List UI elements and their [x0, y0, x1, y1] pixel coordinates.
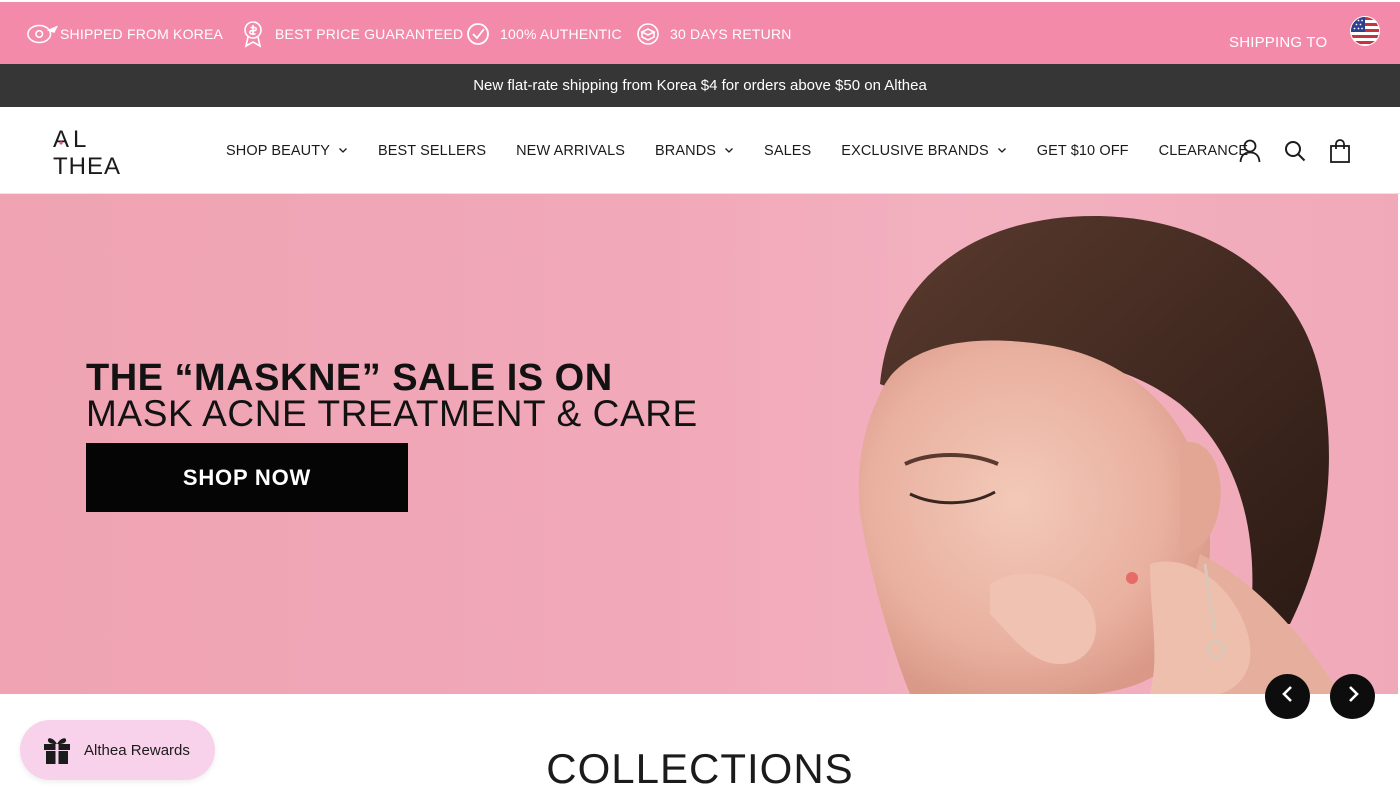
- nav-label: NEW ARRIVALS: [516, 142, 626, 159]
- usp-bar: SHIPPED FROM KOREA BEST PRICE GUARANTEED…: [0, 0, 1400, 64]
- price-medal-icon: [241, 19, 275, 49]
- usp-label: SHIPPED FROM KOREA: [60, 26, 224, 42]
- cart-bag-icon[interactable]: [1326, 137, 1354, 165]
- usp-authentic: 100% AUTHENTIC: [466, 2, 622, 66]
- nav-label: EXCLUSIVE BRANDS: [841, 142, 989, 159]
- nav-sales[interactable]: SALES: [764, 143, 811, 159]
- site-header: AL THEA SHOP BEAUTY BEST SELLERS NEW ARR…: [0, 107, 1400, 194]
- usp-label: BEST PRICE GUARANTEED: [275, 26, 464, 42]
- nav-label: BRANDS: [655, 142, 717, 159]
- nav-label: GET $10 OFF: [1036, 142, 1129, 159]
- usp-return: 30 DAYS RETURN: [636, 2, 792, 66]
- chevron-down-icon: [997, 146, 1007, 156]
- announcement-text: New flat-rate shipping from Korea $4 for…: [473, 77, 927, 94]
- logo-text-top: AL: [53, 126, 90, 153]
- chevron-right-icon: [1346, 685, 1360, 708]
- main-navigation: SHOP BEAUTY BEST SELLERS NEW ARRIVALS BR…: [226, 107, 1248, 194]
- gift-icon: [42, 735, 72, 765]
- search-icon[interactable]: [1281, 137, 1309, 165]
- hero-subtitle: MASK ACNE TREATMENT & CARE: [86, 393, 698, 434]
- althea-logo[interactable]: AL THEA: [50, 125, 142, 180]
- slider-prev-button[interactable]: [1265, 674, 1310, 719]
- usp-best-price: BEST PRICE GUARANTEED: [241, 2, 463, 66]
- checkmark-icon: [466, 19, 500, 49]
- announcement-bar: New flat-rate shipping from Korea $4 for…: [0, 64, 1400, 107]
- hero-model-image: [858, 215, 1340, 694]
- chevron-down-icon: [338, 146, 348, 156]
- chevron-down-icon: [724, 146, 734, 156]
- airplane-icon: [26, 19, 60, 49]
- nav-shop-beauty[interactable]: SHOP BEAUTY: [226, 143, 348, 159]
- usp-label: 30 DAYS RETURN: [670, 26, 792, 42]
- logo-text-bottom: THEA: [53, 153, 121, 179]
- nav-label: SALES: [764, 142, 812, 159]
- hero-banner[interactable]: THE “MASKNE” SALE IS ON MASK ACNE TREATM…: [0, 194, 1400, 694]
- nav-exclusive-brands[interactable]: EXCLUSIVE BRANDS: [841, 143, 1006, 159]
- us-flag-icon[interactable]: [1350, 16, 1380, 46]
- account-icon[interactable]: [1236, 137, 1264, 165]
- nav-label: BEST SELLERS: [377, 142, 487, 159]
- nav-clearance[interactable]: CLEARANCE: [1159, 143, 1249, 159]
- nav-get-10-off[interactable]: GET $10 OFF: [1037, 143, 1129, 159]
- usp-shipped-from-korea: SHIPPED FROM KOREA: [26, 2, 223, 66]
- nav-brands[interactable]: BRANDS: [655, 143, 734, 159]
- nav-label: SHOP BEAUTY: [226, 142, 330, 159]
- rewards-label: Althea Rewards: [84, 741, 190, 759]
- shipping-to-label[interactable]: SHIPPING TO: [1229, 34, 1327, 51]
- return-box-icon: [636, 19, 670, 49]
- nav-new-arrivals[interactable]: NEW ARRIVALS: [516, 143, 625, 159]
- rewards-launcher-button[interactable]: Althea Rewards: [20, 720, 215, 780]
- usp-label: 100% AUTHENTIC: [500, 26, 622, 42]
- shop-now-button[interactable]: SHOP NOW: [86, 443, 408, 512]
- nav-label: CLEARANCE: [1158, 142, 1249, 159]
- nav-best-sellers[interactable]: BEST SELLERS: [378, 143, 486, 159]
- slider-next-button[interactable]: [1330, 674, 1375, 719]
- chevron-left-icon: [1281, 685, 1295, 708]
